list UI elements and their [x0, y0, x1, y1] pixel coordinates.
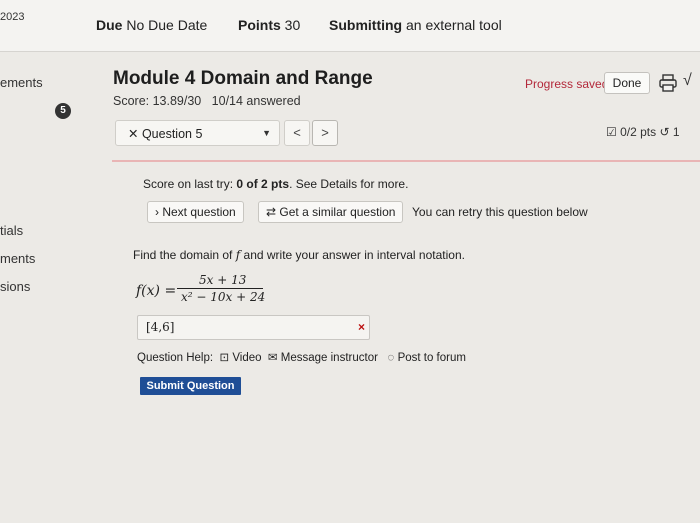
due-value: No Due Date: [126, 17, 208, 33]
post-to-forum-link[interactable]: Post to forum: [398, 352, 466, 364]
last-try-prefix: Score on last try:: [143, 177, 237, 191]
points-label: Points: [238, 17, 281, 33]
checkbox-icon: ☑: [606, 125, 617, 139]
question-select-label: Question 5: [141, 127, 203, 141]
fraction-bar: [177, 288, 263, 289]
video-link[interactable]: Video: [232, 352, 261, 364]
message-instructor-link[interactable]: Message instructor: [281, 352, 378, 364]
points-info: Points 30: [238, 17, 300, 33]
similar-question-label: Get a similar question: [279, 205, 396, 219]
speech-bubble-icon: ◌: [387, 352, 395, 364]
similar-question-button[interactable]: ⇄ Get a similar question: [258, 201, 404, 223]
question-points: ☑ 0/2 pts ↺ 1: [606, 125, 680, 139]
sidebar-item-comments[interactable]: ments: [0, 251, 35, 266]
print-icon[interactable]: [658, 74, 678, 92]
question-help: Question Help: ⊡ Video ✉ Message instruc…: [137, 350, 466, 364]
submit-question-button[interactable]: Submit Question: [140, 377, 241, 395]
points-text: 0/2 pts: [620, 125, 657, 139]
previous-question-button[interactable]: <: [284, 120, 310, 146]
submitting-info: Submitting an external tool: [329, 17, 502, 33]
due-label: Due: [96, 17, 123, 33]
fraction-numerator: 5x + 13: [199, 273, 247, 287]
year-fragment: 2023: [0, 11, 25, 23]
points-value: 30: [284, 17, 301, 33]
incorrect-icon: ×: [358, 320, 366, 334]
done-button[interactable]: Done: [604, 72, 650, 94]
answer-input[interactable]: [4,6] ×: [137, 315, 370, 340]
progress-status: Progress saved: [525, 77, 609, 91]
sidebar-item-tutorials[interactable]: tials: [0, 223, 23, 238]
prompt-before: Find the domain of: [133, 248, 236, 262]
close-icon: ✕: [128, 127, 142, 141]
question-select[interactable]: ✕ Question 5 ▼: [115, 120, 280, 146]
sidebar-item-assignments[interactable]: ements: [0, 75, 43, 90]
last-try-score: Score on last try: 0 of 2 pts. See Detai…: [143, 177, 408, 191]
due-info: Due No Due Date: [96, 17, 207, 33]
video-icon: ⊡: [219, 352, 230, 364]
question-help-label: Question Help:: [137, 352, 214, 364]
repeat-icon: ⇄: [266, 205, 280, 219]
question-select-value: ✕ Question 5: [128, 126, 202, 141]
fraction-denominator: x² − 10x + 24: [181, 290, 266, 304]
sidebar-item-discussions[interactable]: sions: [0, 279, 30, 294]
chevron-down-icon: ▼: [262, 128, 271, 138]
submitting-label: Submitting: [329, 17, 403, 33]
next-question-button[interactable]: >: [312, 120, 338, 146]
section-divider: [112, 160, 700, 162]
prompt-after: and write your answer in interval notati…: [240, 248, 465, 262]
next-question-label: Next question: [162, 205, 236, 219]
question-prompt: Find the domain of f and write your answ…: [133, 248, 465, 262]
page-title: Module 4 Domain and Range: [113, 68, 373, 89]
submitting-value: an external tool: [406, 17, 502, 33]
next-question-link-button[interactable]: › Next question: [147, 201, 244, 223]
notification-badge: 5: [55, 103, 71, 119]
envelope-icon: ✉: [267, 352, 278, 364]
last-try-suffix: . See Details for more.: [289, 177, 409, 191]
score-summary: Score: 13.89/30 10/14 answered: [113, 94, 301, 108]
answer-value: [4,6]: [146, 320, 175, 334]
retry-count: 1: [672, 125, 680, 139]
math-symbol-icon[interactable]: √: [683, 72, 692, 90]
retry-message: You can retry this question below: [412, 205, 588, 219]
function-label: f(x) =: [136, 283, 177, 299]
print-icon-svg: [659, 74, 677, 92]
last-try-value: 0 of 2 pts: [236, 177, 290, 191]
retry-icon: ↺: [659, 125, 673, 139]
